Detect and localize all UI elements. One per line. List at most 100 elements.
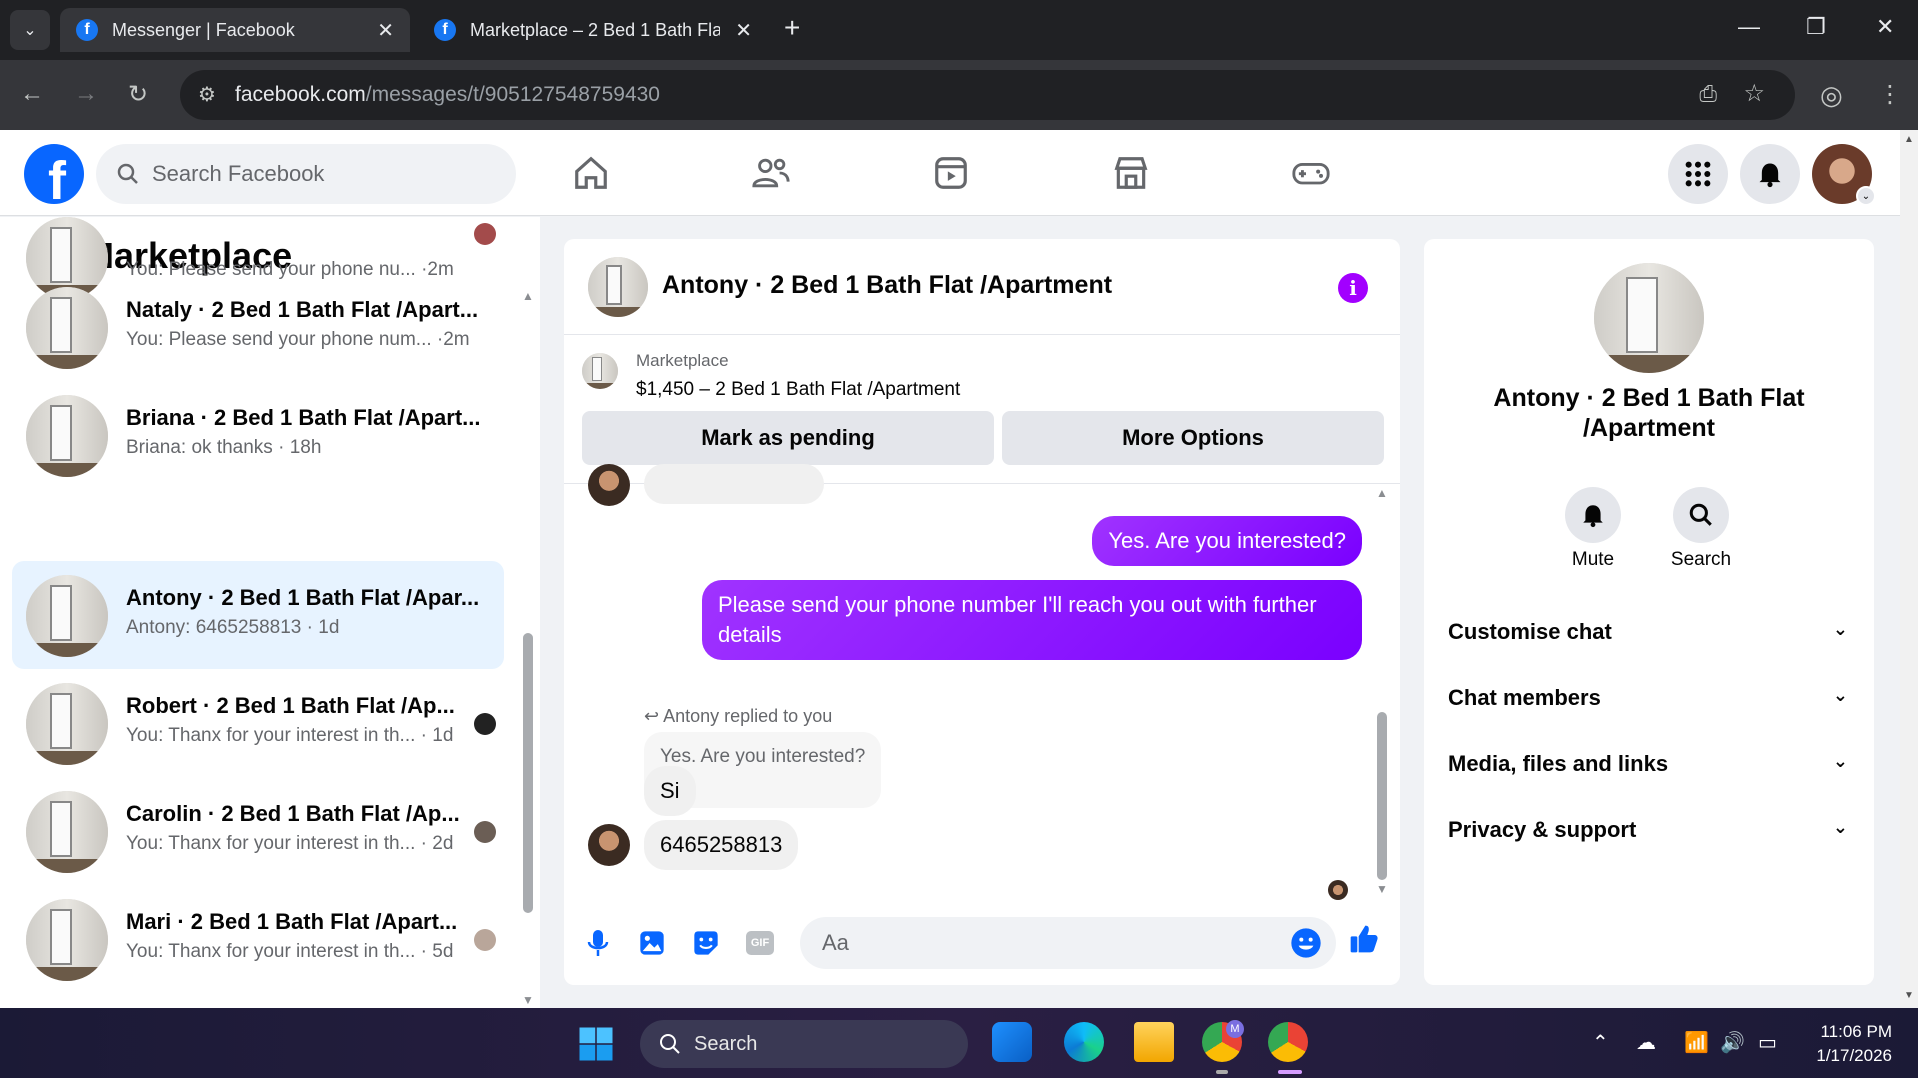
message-input-placeholder: Aa xyxy=(822,930,849,955)
conversation-thumbnail xyxy=(1594,263,1704,373)
restore-icon[interactable]: ❐ xyxy=(1806,14,1826,40)
omnibox[interactable]: ⚙ facebook.com/messages/t/90512754875943… xyxy=(180,70,1795,120)
list-item[interactable]: Carolin · 2 Bed 1 Bath Flat /Ap... You: … xyxy=(12,777,504,883)
wifi-icon[interactable]: 📶 xyxy=(1684,1030,1709,1055)
back-icon[interactable]: ← xyxy=(20,80,44,108)
scroll-up-arrow-icon[interactable]: ▲ xyxy=(1376,486,1388,500)
list-item[interactable]: Nataly · 2 Bed 1 Bath Flat /Apart... You… xyxy=(12,273,504,379)
scroll-down-arrow-icon[interactable]: ▼ xyxy=(1904,990,1914,1001)
forward-icon[interactable]: → xyxy=(74,80,98,108)
mute-button[interactable] xyxy=(1565,487,1621,543)
emoji-icon[interactable] xyxy=(1290,927,1322,965)
outlook-icon[interactable] xyxy=(992,1022,1032,1062)
scroll-up-arrow-icon[interactable]: ▲ xyxy=(1904,134,1914,145)
gaming-icon[interactable] xyxy=(1286,150,1336,196)
edge-icon[interactable] xyxy=(1064,1022,1104,1062)
battery-icon[interactable]: ▭ xyxy=(1758,1030,1777,1055)
scroll-thumb[interactable] xyxy=(523,633,533,913)
scroll-down-arrow-icon[interactable]: ▼ xyxy=(1376,882,1388,896)
photo-icon[interactable] xyxy=(636,927,668,959)
account-chevron-down-icon[interactable]: ⌄ xyxy=(1856,186,1876,206)
conversation-name: Briana · 2 Bed 1 Bath Flat /Apart... xyxy=(126,405,481,430)
menu-grid-icon[interactable] xyxy=(1668,144,1728,204)
reload-icon[interactable]: ↻ xyxy=(128,80,148,109)
list-item[interactable]: Robert · 2 Bed 1 Bath Flat /Ap... You: T… xyxy=(12,669,504,775)
site-settings-icon[interactable]: ⚙ xyxy=(198,82,216,107)
url-text: facebook.com/messages/t/905127548759430 xyxy=(235,83,660,107)
bookmark-star-icon[interactable]: ☆ xyxy=(1743,79,1765,108)
message-input[interactable]: Aa xyxy=(800,917,1336,969)
microphone-icon[interactable] xyxy=(582,927,614,959)
install-app-icon[interactable]: ⎙ xyxy=(1699,81,1717,107)
incoming-message[interactable]: Si xyxy=(644,766,696,816)
chrome-profile-icon[interactable] xyxy=(1268,1022,1308,1062)
home-icon[interactable] xyxy=(566,150,616,196)
marketplace-icon[interactable] xyxy=(1106,150,1156,196)
conversation-preview: You: Thanx for your interest in th... · … xyxy=(126,941,454,962)
show-hidden-icons-chevron-icon[interactable]: ⌃ xyxy=(1592,1030,1609,1055)
like-thumbs-up-icon[interactable] xyxy=(1348,923,1380,955)
scroll-down-arrow-icon[interactable]: ▼ xyxy=(522,993,534,1007)
mark-as-pending-button[interactable]: Mark as pending xyxy=(582,411,994,465)
media-files-links-section[interactable]: Media, files and links ⌄ xyxy=(1448,751,1858,777)
profile-icon[interactable]: ◎ xyxy=(1820,80,1843,111)
chat-header-thumbnail[interactable] xyxy=(588,257,648,317)
customise-chat-section[interactable]: Customise chat ⌄ xyxy=(1448,619,1858,645)
chevron-down-icon: ⌄ xyxy=(1832,751,1848,771)
search-facebook-input[interactable]: Search Facebook xyxy=(96,144,516,204)
conversation-name: Carolin · 2 Bed 1 Bath Flat /Ap... xyxy=(126,801,460,826)
privacy-support-section[interactable]: Privacy & support ⌄ xyxy=(1448,817,1858,843)
friends-icon[interactable] xyxy=(746,150,796,196)
tab-list-button[interactable]: ⌄ xyxy=(10,10,50,50)
read-receipt-avatar xyxy=(474,713,496,735)
gif-icon[interactable]: GIF xyxy=(744,927,776,959)
list-item[interactable]: Mari · 2 Bed 1 Bath Flat /Apart... You: … xyxy=(12,885,504,991)
scroll-thumb[interactable] xyxy=(1377,712,1387,880)
listing-thumbnail xyxy=(26,287,108,369)
info-icon[interactable]: i xyxy=(1338,273,1368,303)
facebook-logo-icon[interactable]: f xyxy=(24,144,84,204)
search-in-conversation-button[interactable] xyxy=(1673,487,1729,543)
chat-title[interactable]: Antony · 2 Bed 1 Bath Flat /Apartment xyxy=(662,271,1112,300)
close-window-icon[interactable]: ✕ xyxy=(1876,14,1894,40)
file-explorer-icon[interactable] xyxy=(1134,1022,1174,1062)
scroll-up-arrow-icon[interactable]: ▲ xyxy=(522,289,534,303)
onedrive-cloud-icon[interactable]: ☁ xyxy=(1636,1030,1656,1055)
new-tab-button[interactable]: + xyxy=(784,12,800,44)
tab-messenger[interactable]: f Messenger | Facebook ✕ xyxy=(60,8,410,52)
system-clock[interactable]: 11:06 PM 1/17/2026 xyxy=(1816,1020,1892,1068)
volume-icon[interactable]: 🔊 xyxy=(1720,1030,1745,1055)
search-icon xyxy=(117,163,138,184)
list-item[interactable]: Briana · 2 Bed 1 Bath Flat /Apart... Bri… xyxy=(12,381,504,487)
listing-thumbnail[interactable] xyxy=(582,353,618,389)
conversation-preview: You: Please send your phone num... ·2m xyxy=(126,329,470,350)
chat-panel: Antony · 2 Bed 1 Bath Flat /Apartment i … xyxy=(564,239,1400,985)
minimize-icon[interactable]: — xyxy=(1738,14,1760,40)
incoming-message[interactable]: 6465258813 xyxy=(644,820,799,870)
chevron-down-icon: ⌄ xyxy=(1832,817,1848,837)
outgoing-message[interactable]: Yes. Are you interested? xyxy=(1092,516,1362,566)
chat-header: Antony · 2 Bed 1 Bath Flat /Apartment i xyxy=(564,239,1400,335)
windows-start-icon[interactable] xyxy=(578,1026,614,1062)
taskbar-search[interactable]: Search xyxy=(640,1020,968,1068)
sticker-icon[interactable] xyxy=(690,927,722,959)
close-tab-icon[interactable]: ✕ xyxy=(735,18,752,43)
listing-thumbnail xyxy=(26,395,108,477)
outgoing-message[interactable]: Please send your phone number I'll reach… xyxy=(702,580,1362,660)
list-item-selected[interactable]: Antony · 2 Bed 1 Bath Flat /Apar... Anto… xyxy=(12,561,504,669)
thread-scrollbar[interactable]: ▲ ▼ xyxy=(1374,486,1390,896)
notifications-bell-icon[interactable] xyxy=(1740,144,1800,204)
tab-marketplace[interactable]: f Marketplace – 2 Bed 1 Bath Flat ✕ xyxy=(418,8,768,52)
video-icon[interactable] xyxy=(926,150,976,196)
chat-members-section[interactable]: Chat members ⌄ xyxy=(1448,685,1858,711)
message-thread: Yes. Are you interested? Please send you… xyxy=(564,464,1400,903)
list-scrollbar[interactable]: ▲ ▼ xyxy=(520,287,536,1007)
page-scrollbar[interactable]: ▲ ▼ xyxy=(1900,130,1918,1008)
read-receipt-avatar xyxy=(474,929,496,951)
more-options-button[interactable]: More Options xyxy=(1002,411,1384,465)
listing-title[interactable]: $1,450 – 2 Bed 1 Bath Flat /Apartment xyxy=(636,379,960,401)
clock-time: 11:06 PM xyxy=(1820,1022,1892,1041)
menu-kebab-icon[interactable]: ⋮ xyxy=(1878,80,1902,109)
taskbar-search-label: Search xyxy=(694,1032,758,1055)
close-tab-icon[interactable]: ✕ xyxy=(377,18,394,43)
